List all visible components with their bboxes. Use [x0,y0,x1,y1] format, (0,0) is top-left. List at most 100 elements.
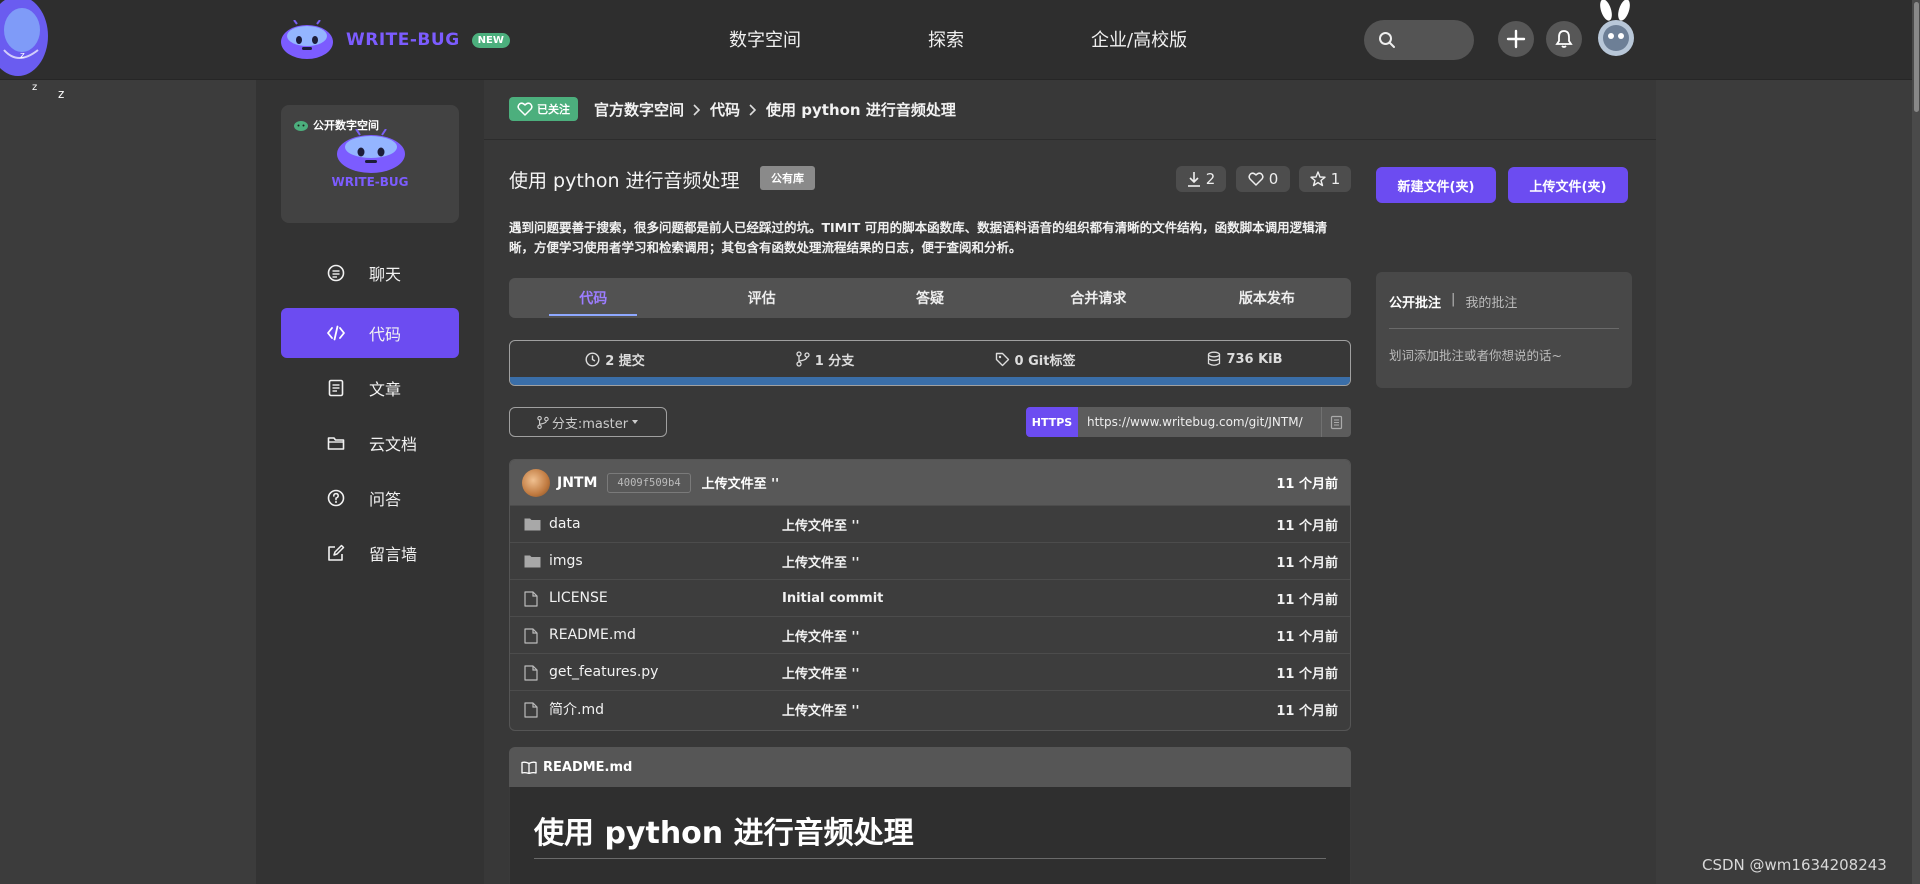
file-time: 11 个月前 [1276,629,1338,645]
like-button[interactable]: 0 [1236,166,1290,192]
sidebar-item-code[interactable]: 代码 [281,308,459,358]
file-name[interactable]: 简介.md [549,699,604,719]
mascot-mini-icon [294,121,308,131]
site-logo[interactable]: WRITE-BUG NEW [280,20,510,60]
repo-tabs: 代码 评估 答疑 合并请求 版本发布 [509,278,1351,318]
readme-heading: 使用 python 进行音频处理 [534,816,914,851]
digital-space-card[interactable]: 公开数字空间 WRITE-BUG [281,105,459,223]
svg-text:z: z [58,87,64,101]
file-name[interactable]: imgs [549,553,583,569]
branch-selector[interactable]: 分支:master [509,407,667,437]
sidebar-item-label: 留言墙 [369,545,418,564]
commits-count: 2 提交 [605,353,645,369]
clone-url-field[interactable] [1078,407,1321,437]
user-avatar[interactable] [1594,0,1638,58]
sidebar-item-chat[interactable]: 聊天 [281,248,459,298]
breadcrumb-bar: 已关注 官方数字空间 代码 使用 python 进行音频处理 [484,80,1656,140]
size-stat: 736 KiB [1140,341,1350,377]
tags-count: 0 Git标签 [1014,353,1076,369]
file-row[interactable]: imgs 上传文件至 '' 11 个月前 [510,542,1350,579]
sidebar-item-message-wall[interactable]: 留言墙 [281,528,459,578]
space-mascot-icon [337,129,405,173]
nav-enterprise[interactable]: 企业/高校版 [1091,26,1187,52]
upload-file-button[interactable]: 上传文件(夹) [1508,167,1628,203]
tab-releases[interactable]: 版本发布 [1183,278,1351,318]
article-icon [328,379,344,397]
branch-icon [537,415,549,429]
file-name[interactable]: get_features.py [549,664,658,680]
nav-explore[interactable]: 探索 [928,26,964,52]
tab-public-annotations[interactable]: 公开批注 [1389,292,1441,311]
watermark: CSDN @wm1634208243 [1702,856,1887,874]
file-row[interactable]: data 上传文件至 '' 11 个月前 [510,505,1350,542]
file-commit-message[interactable]: 上传文件至 '' [782,515,860,534]
download-button[interactable]: 2 [1176,166,1226,192]
file-row[interactable]: README.md 上传文件至 '' 11 个月前 [510,616,1350,653]
book-icon [521,761,537,774]
chevron-right-icon [749,103,757,116]
file-commit-message[interactable]: 上传文件至 '' [782,626,860,645]
repo-title: 使用 python 进行音频处理 [509,170,740,192]
file-commit-message[interactable]: Initial commit [782,591,883,606]
star-count: 1 [1330,170,1341,188]
search-box[interactable] [1364,20,1474,60]
commit-hash[interactable]: 4009f509b4 [607,472,691,493]
clock-icon [585,351,600,367]
caret-down-icon [632,420,639,424]
nav-digital-space[interactable]: 数字空间 [729,26,801,52]
repo-stats: 2 提交 1 分支 0 Git标签 736 KiB [509,340,1351,386]
scrollbar-thumb[interactable] [1914,2,1919,112]
commit-message[interactable]: 上传文件至 '' [702,473,780,492]
commits-stat[interactable]: 2 提交 [510,341,720,377]
tab-separator: | [1451,292,1456,307]
tab-evaluation[interactable]: 评估 [677,278,845,318]
search-input[interactable] [1402,32,1462,48]
branches-count: 1 分支 [814,353,855,369]
breadcrumb-item[interactable]: 代码 [710,99,740,120]
sidebar-item-qa[interactable]: 问答 [281,473,459,523]
file-name[interactable]: data [549,516,581,532]
branches-stat[interactable]: 1 分支 [720,341,930,377]
file-name[interactable]: LICENSE [549,590,608,606]
branch-label: 分支:master [551,416,629,432]
file-row[interactable]: LICENSE Initial commit 11 个月前 [510,579,1350,616]
repo-description: 遇到问题要善于搜索，很多问题都是前人已经踩过的坑。TIMIT 可用的脚本函数库、… [509,220,1328,255]
file-commit-message[interactable]: 上传文件至 '' [782,552,860,571]
star-button[interactable]: 1 [1299,166,1351,192]
commit-author-avatar[interactable] [522,468,550,497]
main-content: 已关注 官方数字空间 代码 使用 python 进行音频处理 使用 python… [484,80,1656,884]
notifications-button[interactable] [1546,21,1582,57]
copy-icon [1330,415,1343,429]
file-commit-message[interactable]: 上传文件至 '' [782,700,860,719]
tab-code[interactable]: 代码 [509,278,677,318]
tab-merge-requests[interactable]: 合并请求 [1014,278,1182,318]
sidebar-item-articles[interactable]: 文章 [281,363,459,413]
commit-author[interactable]: JNTM [557,475,597,491]
latest-commit: JNTM 4009f509b4 上传文件至 '' 11 个月前 [510,460,1350,505]
file-row[interactable]: 简介.md 上传文件至 '' 11 个月前 [510,690,1350,727]
heart-icon [517,102,533,116]
file-icon [524,665,538,681]
create-button[interactable] [1498,21,1534,57]
tab-qa[interactable]: 答疑 [846,278,1014,318]
search-icon [1379,32,1395,48]
repo-size: 736 KiB [1226,351,1283,367]
copy-url-button[interactable] [1321,407,1351,437]
sidebar: 公开数字空间 WRITE-BUG 聊天 代码 文章 云文档 问答 留言墙 [256,80,484,884]
clone-url-group: HTTPS [1026,407,1351,437]
follow-button[interactable]: 已关注 [509,97,578,121]
new-file-button[interactable]: 新建文件(夹) [1376,167,1496,203]
logo-text: WRITE-BUG [346,30,460,50]
tab-my-annotations[interactable]: 我的批注 [1465,292,1517,311]
file-commit-message[interactable]: 上传文件至 '' [782,663,860,682]
file-row[interactable]: get_features.py 上传文件至 '' 11 个月前 [510,653,1350,690]
scrollbar-track[interactable] [1912,0,1920,884]
tags-stat[interactable]: 0 Git标签 [930,341,1140,377]
file-name[interactable]: README.md [549,627,636,643]
svg-text:z: z [32,82,37,93]
sidebar-item-label: 聊天 [369,265,402,284]
breadcrumb-item[interactable]: 官方数字空间 [594,99,684,120]
file-time: 11 个月前 [1276,555,1338,571]
sidebar-item-cloud-docs[interactable]: 云文档 [281,418,459,468]
clone-protocol[interactable]: HTTPS [1026,407,1078,437]
